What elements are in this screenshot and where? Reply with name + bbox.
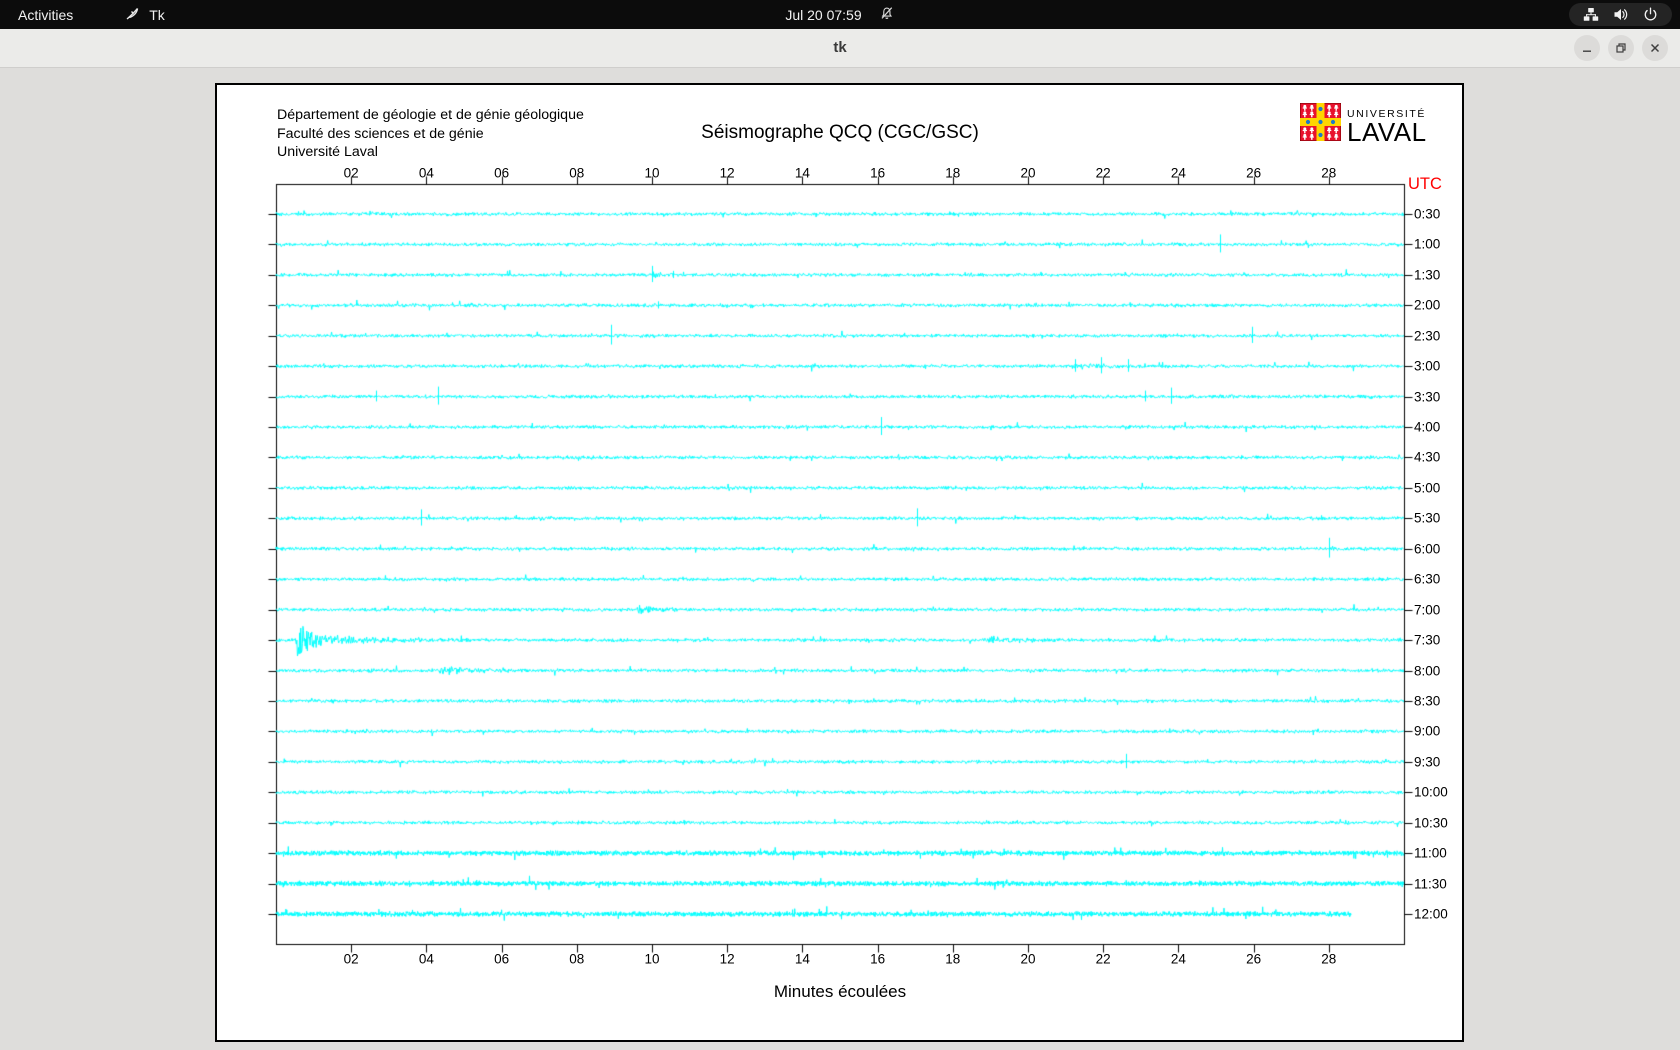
x-tick-bottom: 06 bbox=[494, 951, 510, 967]
utc-time-label: 3:30 bbox=[1414, 389, 1441, 405]
x-tick-top: 10 bbox=[644, 165, 660, 181]
utc-time-label: 4:00 bbox=[1414, 419, 1441, 435]
app-menu-tk[interactable]: Tk bbox=[113, 0, 177, 29]
x-tick-bottom: 02 bbox=[343, 951, 359, 967]
x-tick-top: 18 bbox=[945, 165, 961, 181]
seismogram-canvas bbox=[217, 85, 1462, 1040]
window-title: tk bbox=[833, 39, 847, 56]
x-tick-top: 06 bbox=[494, 165, 510, 181]
utc-time-label: 8:30 bbox=[1414, 693, 1441, 709]
close-button[interactable] bbox=[1642, 35, 1668, 61]
x-tick-bottom: 14 bbox=[794, 951, 810, 967]
x-tick-top: 24 bbox=[1170, 165, 1186, 181]
x-tick-bottom: 16 bbox=[870, 951, 886, 967]
x-tick-bottom: 24 bbox=[1170, 951, 1186, 967]
utc-time-label: 2:00 bbox=[1414, 297, 1441, 313]
utc-time-label: 0:30 bbox=[1414, 206, 1441, 222]
x-tick-bottom: 10 bbox=[644, 951, 660, 967]
activities-label: Activities bbox=[18, 6, 74, 23]
utc-time-label: 7:30 bbox=[1414, 632, 1441, 648]
utc-time-label: 6:30 bbox=[1414, 571, 1441, 587]
utc-time-label: 5:30 bbox=[1414, 510, 1441, 526]
bell-slash-icon bbox=[880, 6, 895, 24]
app-menu-label: Tk bbox=[149, 6, 165, 23]
utc-time-label: 9:00 bbox=[1414, 723, 1441, 739]
utc-time-label: 3:00 bbox=[1414, 358, 1441, 374]
x-tick-top: 02 bbox=[343, 165, 359, 181]
laval-logo: UNIVERSITÉ LAVAL bbox=[1299, 102, 1427, 147]
x-tick-bottom: 12 bbox=[719, 951, 735, 967]
x-tick-bottom: 28 bbox=[1321, 951, 1337, 967]
x-tick-top: 16 bbox=[870, 165, 886, 181]
utc-time-label: 1:30 bbox=[1414, 267, 1441, 283]
logo-laval-text: LAVAL bbox=[1347, 117, 1427, 147]
x-tick-top: 08 bbox=[569, 165, 585, 181]
x-tick-bottom: 22 bbox=[1095, 951, 1111, 967]
utc-time-label: 2:30 bbox=[1414, 328, 1441, 344]
x-axis-title: Minutes écoulées bbox=[773, 982, 907, 1001]
utc-time-label: 1:00 bbox=[1414, 236, 1441, 252]
x-tick-top: 26 bbox=[1246, 165, 1262, 181]
x-tick-top: 28 bbox=[1321, 165, 1337, 181]
utc-time-label: 6:00 bbox=[1414, 541, 1441, 557]
maximize-button[interactable] bbox=[1608, 35, 1634, 61]
clock-button[interactable]: Jul 20 07:59 bbox=[785, 0, 894, 29]
laval-shield-icon bbox=[1299, 102, 1342, 146]
x-tick-bottom: 26 bbox=[1246, 951, 1262, 967]
power-icon bbox=[1643, 7, 1658, 22]
x-tick-top: 22 bbox=[1095, 165, 1111, 181]
utc-time-label: 10:00 bbox=[1414, 784, 1448, 800]
utc-time-label: 9:30 bbox=[1414, 754, 1441, 770]
x-tick-bottom: 20 bbox=[1020, 951, 1036, 967]
x-tick-top: 20 bbox=[1020, 165, 1036, 181]
chart-title: Séismographe QCQ (CGC/GSC) bbox=[701, 122, 979, 143]
network-icon bbox=[1583, 7, 1599, 22]
desktop: { "topbar": { "activities_label": "Activ… bbox=[0, 0, 1680, 1050]
tk-feather-icon bbox=[125, 6, 140, 24]
x-tick-top: 14 bbox=[794, 165, 810, 181]
utc-time-label: 5:00 bbox=[1414, 480, 1441, 496]
system-status-area[interactable] bbox=[1569, 3, 1672, 26]
x-tick-bottom: 18 bbox=[945, 951, 961, 967]
window-titlebar: tk bbox=[0, 29, 1680, 68]
utc-time-label: 11:30 bbox=[1414, 876, 1447, 892]
x-tick-bottom: 04 bbox=[418, 951, 434, 967]
utc-time-label: 10:30 bbox=[1414, 815, 1448, 831]
clock-label: Jul 20 07:59 bbox=[785, 6, 862, 23]
x-tick-top: 04 bbox=[418, 165, 434, 181]
x-tick-bottom: 08 bbox=[569, 951, 585, 967]
minimize-button[interactable] bbox=[1574, 35, 1600, 61]
gnome-top-bar: Activities Tk Jul 20 07:59 bbox=[0, 0, 1680, 29]
utc-time-label: 7:00 bbox=[1414, 602, 1441, 618]
volume-icon bbox=[1613, 7, 1629, 22]
utc-time-label: 12:00 bbox=[1414, 906, 1448, 922]
utc-time-label: 8:00 bbox=[1414, 663, 1441, 679]
header-line-3: Université Laval bbox=[277, 144, 378, 161]
utc-label: UTC bbox=[1408, 175, 1442, 193]
x-tick-top: 12 bbox=[719, 165, 735, 181]
utc-time-label: 11:00 bbox=[1414, 845, 1447, 861]
seismograph-paper: Département de géologie et de génie géol… bbox=[215, 83, 1464, 1042]
activities-button[interactable]: Activities bbox=[0, 0, 85, 29]
utc-time-label: 4:30 bbox=[1414, 449, 1441, 465]
